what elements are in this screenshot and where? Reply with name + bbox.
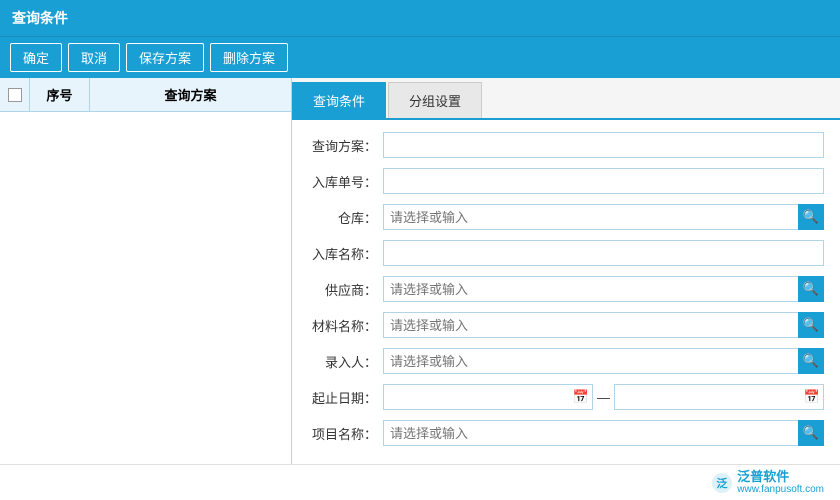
right-panel: 查询条件 分组设置 查询方案： 入库单号： 仓库： (292, 78, 840, 464)
project-search-button[interactable]: 🔍 (798, 420, 824, 446)
watermark-name: 泛普软件 (737, 469, 824, 485)
confirm-button[interactable]: 确定 (10, 43, 62, 72)
input-entry-no[interactable] (383, 168, 824, 194)
content-area: 序号 查询方案 查询条件 分组设置 查询方案： 入库单号： (0, 78, 840, 464)
table-body (0, 112, 291, 464)
label-entry-no: 入库单号： (308, 172, 383, 191)
material-input-wrap: 🔍 (383, 312, 824, 338)
col-num-header: 序号 (30, 78, 90, 111)
supplier-search-button[interactable]: 🔍 (798, 276, 824, 302)
left-panel: 序号 查询方案 (0, 78, 292, 464)
input-date-end[interactable] (614, 384, 824, 410)
label-material: 材料名称： (308, 316, 383, 335)
save-plan-button[interactable]: 保存方案 (126, 43, 204, 72)
input-material[interactable] (383, 312, 824, 338)
delete-plan-button[interactable]: 删除方案 (210, 43, 288, 72)
label-date-range: 起止日期： (308, 388, 383, 407)
form-row-material: 材料名称： 🔍 (308, 312, 824, 338)
label-warehouse: 仓库： (308, 208, 383, 227)
supplier-input-wrap: 🔍 (383, 276, 824, 302)
project-input-wrap: 🔍 (383, 420, 824, 446)
header-title: 查询条件 (0, 0, 840, 36)
recorder-input-wrap: 🔍 (383, 348, 824, 374)
warehouse-search-button[interactable]: 🔍 (798, 204, 824, 230)
date-end-picker-button[interactable]: 📅 (800, 384, 824, 410)
form-row-warehouse: 仓库： 🔍 (308, 204, 824, 230)
tabs-container: 查询条件 分组设置 (292, 78, 840, 120)
toolbar: 确定 取消 保存方案 删除方案 (0, 36, 840, 78)
recorder-search-button[interactable]: 🔍 (798, 348, 824, 374)
input-warehouse[interactable] (383, 204, 824, 230)
date-separator: — (597, 390, 610, 405)
label-query-plan: 查询方案： (308, 136, 383, 155)
cancel-button[interactable]: 取消 (68, 43, 120, 72)
date-end-wrap: 📅 (614, 384, 824, 410)
label-recorder: 录入人： (308, 352, 383, 371)
input-date-start[interactable] (383, 384, 593, 410)
form-row-entry-name: 入库名称： (308, 240, 824, 266)
table-header: 序号 查询方案 (0, 78, 291, 112)
form-row-supplier: 供应商： 🔍 (308, 276, 824, 302)
input-entry-name[interactable] (383, 240, 824, 266)
form-area: 查询方案： 入库单号： 仓库： 🔍 (292, 120, 840, 464)
form-row-recorder: 录入人： 🔍 (308, 348, 824, 374)
label-supplier: 供应商： (308, 280, 383, 299)
footer: 泛 泛普软件 www.fanpusoft.com (0, 464, 840, 500)
col-name-header: 查询方案 (90, 78, 291, 111)
date-range-wrap: 📅 — 📅 (383, 384, 824, 410)
tab-group-settings[interactable]: 分组设置 (388, 82, 482, 118)
material-search-button[interactable]: 🔍 (798, 312, 824, 338)
label-entry-name: 入库名称： (308, 244, 383, 263)
date-start-wrap: 📅 (383, 384, 593, 410)
watermark: 泛 泛普软件 www.fanpusoft.com (711, 469, 824, 497)
form-row-query-plan: 查询方案： (308, 132, 824, 158)
input-project[interactable] (383, 420, 824, 446)
input-supplier[interactable] (383, 276, 824, 302)
watermark-text: 泛普软件 www.fanpusoft.com (737, 469, 824, 497)
tab-query-conditions[interactable]: 查询条件 (292, 82, 386, 118)
input-recorder[interactable] (383, 348, 824, 374)
watermark-url: www.fanpusoft.com (737, 484, 824, 496)
svg-text:泛: 泛 (717, 476, 728, 490)
label-project: 项目名称： (308, 424, 383, 443)
select-all-col (0, 78, 30, 111)
date-start-picker-button[interactable]: 📅 (569, 384, 593, 410)
warehouse-input-wrap: 🔍 (383, 204, 824, 230)
form-row-entry-no: 入库单号： (308, 168, 824, 194)
form-row-project: 项目名称： 🔍 (308, 420, 824, 446)
watermark-logo-icon: 泛 (711, 472, 733, 494)
select-all-checkbox[interactable] (8, 88, 22, 102)
input-query-plan[interactable] (383, 132, 824, 158)
form-row-date-range: 起止日期： 📅 — 📅 (308, 384, 824, 410)
